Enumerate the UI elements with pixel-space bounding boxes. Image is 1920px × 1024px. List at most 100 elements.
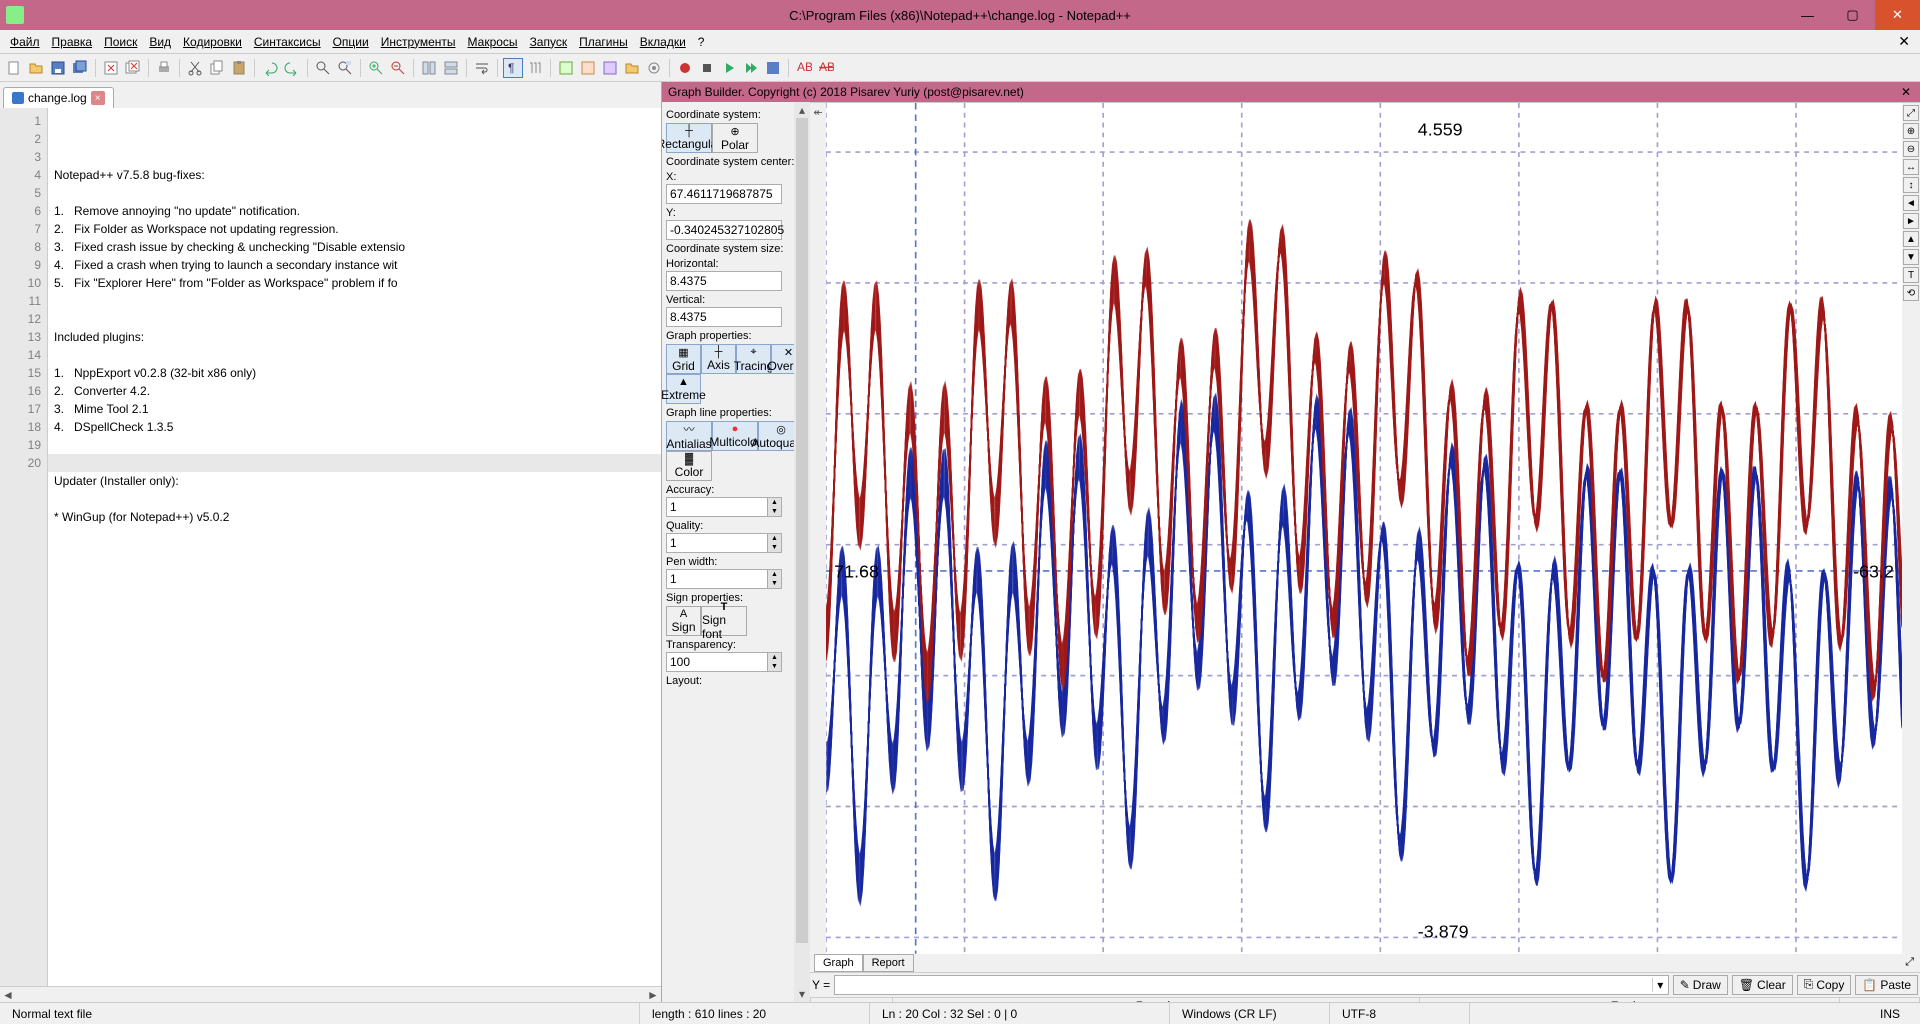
menu-help[interactable]: ?: [692, 32, 711, 52]
sync-v-icon[interactable]: [419, 58, 439, 78]
accuracy-input[interactable]: 1▲▼: [666, 497, 782, 517]
menubar-close-x[interactable]: ✕: [1892, 33, 1916, 50]
sb-eol[interactable]: Windows (CR LF): [1170, 1003, 1330, 1024]
find-icon[interactable]: [313, 58, 333, 78]
close-all-icon[interactable]: [123, 58, 143, 78]
close-button[interactable]: ✕: [1875, 0, 1920, 30]
text-tool-icon[interactable]: T: [1903, 267, 1919, 283]
sync-h-icon[interactable]: [441, 58, 461, 78]
save-all-icon[interactable]: [70, 58, 90, 78]
menu-search[interactable]: Поиск: [98, 32, 143, 52]
save-macro-icon[interactable]: [763, 58, 783, 78]
antialias-button[interactable]: 〰Antialias: [666, 421, 712, 451]
paste-button[interactable]: 📋Paste: [1855, 975, 1918, 995]
zoom-h-icon[interactable]: ↔: [1903, 159, 1919, 175]
color-button[interactable]: ▓Color: [666, 451, 712, 481]
print-icon[interactable]: [154, 58, 174, 78]
pan-right-icon[interactable]: ►: [1903, 213, 1919, 229]
clear-button[interactable]: 🗑Clear: [1732, 975, 1793, 995]
menu-tabs[interactable]: Вкладки: [634, 32, 692, 52]
menu-tools[interactable]: Инструменты: [375, 32, 462, 52]
replace-icon[interactable]: [335, 58, 355, 78]
func-list-icon[interactable]: [600, 58, 620, 78]
rectangular-button[interactable]: ┼Rectangular: [666, 123, 712, 153]
center-y-input[interactable]: -0.340245327102805: [666, 220, 782, 240]
spellcheck2-icon[interactable]: ABC: [816, 58, 836, 78]
extreme-button[interactable]: ▲Extreme: [666, 374, 701, 404]
scroll-left-icon[interactable]: ◄: [0, 987, 16, 1002]
menu-view[interactable]: Вид: [143, 32, 177, 52]
monitoring-icon[interactable]: [644, 58, 664, 78]
sign-button[interactable]: ASign: [666, 606, 701, 636]
menu-plugins[interactable]: Плагины: [573, 32, 634, 52]
cut-icon[interactable]: [185, 58, 205, 78]
center-x-input[interactable]: 67.4611719687875: [666, 184, 782, 204]
doc-map-icon[interactable]: [578, 58, 598, 78]
save-file-icon[interactable]: [48, 58, 68, 78]
axis-button[interactable]: ┼Axis: [701, 344, 736, 374]
maximize-button[interactable]: ▢: [1830, 0, 1875, 30]
wordwrap-icon[interactable]: [472, 58, 492, 78]
formula-combo[interactable]: ▾: [834, 975, 1669, 995]
graph-canvas[interactable]: 71.68-63.24.559-3.879: [826, 103, 1902, 954]
penwidth-input[interactable]: 1▲▼: [666, 569, 782, 589]
copy-button[interactable]: ⎘Copy: [1797, 975, 1852, 995]
paste-icon[interactable]: [229, 58, 249, 78]
sb-ins[interactable]: INS: [1470, 1003, 1920, 1024]
tab-graph[interactable]: Graph: [814, 954, 863, 972]
signfont-button[interactable]: TSign font: [701, 606, 747, 636]
minimize-button[interactable]: —: [1785, 0, 1830, 30]
menu-file[interactable]: Файл: [4, 32, 46, 52]
undo-icon[interactable]: [260, 58, 280, 78]
polar-button[interactable]: ⊕Polar: [712, 123, 758, 153]
menu-macros[interactable]: Макросы: [462, 32, 524, 52]
transparency-input[interactable]: 100▲▼: [666, 652, 782, 672]
zoom-in-icon[interactable]: [366, 58, 386, 78]
editor-hscrollbar[interactable]: ◄ ►: [0, 986, 661, 1002]
indent-guide-icon[interactable]: [525, 58, 545, 78]
zoom-fit-icon[interactable]: ⤢: [1903, 105, 1919, 121]
show-all-chars-icon[interactable]: ¶: [503, 58, 523, 78]
code-editor[interactable]: Notepad++ v7.5.8 bug-fixes: 1. Remove an…: [48, 108, 661, 986]
stop-macro-icon[interactable]: [697, 58, 717, 78]
open-file-icon[interactable]: [26, 58, 46, 78]
menu-encoding[interactable]: Кодировки: [177, 32, 248, 52]
menu-run[interactable]: Запуск: [524, 32, 574, 52]
zoom-in-graph-icon[interactable]: ⊕: [1903, 123, 1919, 139]
close-file-icon[interactable]: [101, 58, 121, 78]
lang-pref-icon[interactable]: [556, 58, 576, 78]
play-multi-icon[interactable]: [741, 58, 761, 78]
play-macro-icon[interactable]: [719, 58, 739, 78]
scroll-right-icon[interactable]: ►: [645, 987, 661, 1002]
pan-left-icon[interactable]: ◄: [1903, 195, 1919, 211]
reset-icon[interactable]: ⟲: [1903, 285, 1919, 301]
zoom-out-icon[interactable]: [388, 58, 408, 78]
nav-left-icon[interactable]: ↞: [813, 106, 822, 119]
zoom-v-icon[interactable]: ↕: [1903, 177, 1919, 193]
record-macro-icon[interactable]: [675, 58, 695, 78]
graph-expand-icon[interactable]: ⤢: [1899, 954, 1920, 972]
tab-close-icon[interactable]: ×: [91, 91, 105, 105]
spellcheck-icon[interactable]: ABC: [794, 58, 814, 78]
pan-up-icon[interactable]: ▲: [1903, 231, 1919, 247]
horiz-input[interactable]: 8.4375: [666, 271, 782, 291]
menu-syntax[interactable]: Синтаксисы: [248, 32, 327, 52]
new-file-icon[interactable]: [4, 58, 24, 78]
graph-panel-close-icon[interactable]: ✕: [1898, 85, 1914, 99]
copy-icon[interactable]: [207, 58, 227, 78]
file-tab-changelog[interactable]: change.log ×: [3, 87, 114, 108]
folder-workspace-icon[interactable]: [622, 58, 642, 78]
tab-report[interactable]: Report: [863, 954, 914, 972]
redo-icon[interactable]: [282, 58, 302, 78]
menu-edit[interactable]: Правка: [46, 32, 99, 52]
vert-input[interactable]: 8.4375: [666, 307, 782, 327]
grid-button[interactable]: ▦Grid: [666, 344, 701, 374]
menu-options[interactable]: Опции: [327, 32, 375, 52]
draw-button[interactable]: ✎Draw: [1673, 975, 1728, 995]
tracing-button[interactable]: ⌖Tracing: [736, 344, 771, 374]
zoom-out-graph-icon[interactable]: ⊖: [1903, 141, 1919, 157]
props-scrollbar[interactable]: ▴▾: [794, 102, 810, 1002]
sb-encoding[interactable]: UTF-8: [1330, 1003, 1470, 1024]
pan-down-icon[interactable]: ▼: [1903, 249, 1919, 265]
quality-input[interactable]: 1▲▼: [666, 533, 782, 553]
